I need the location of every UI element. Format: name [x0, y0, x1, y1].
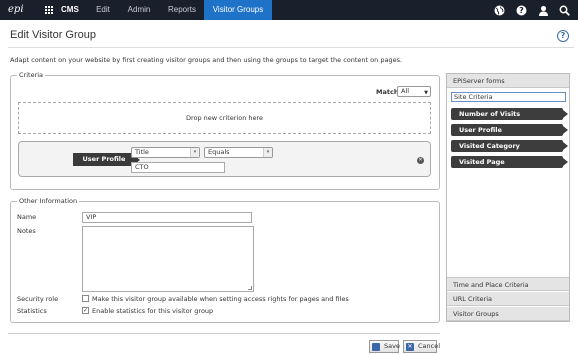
resize-grip-icon[interactable]: [248, 286, 252, 290]
criterion-user-profile: User Profile Title ▾ Equals ▾ CTO ✕: [18, 141, 431, 177]
criterion-drop-zone[interactable]: Drop new criterion here: [18, 102, 431, 134]
cancel-button[interactable]: ✕ Cancel: [403, 340, 441, 353]
panel-section-url-criteria[interactable]: URL Criteria: [447, 292, 569, 306]
statistics-text: Enable statistics for this visitor group: [92, 307, 214, 315]
top-navigation-bar: epi CMS Edit Admin Reports Visitor Group…: [0, 0, 578, 20]
statistics-label: Statistics: [17, 307, 47, 315]
other-information-legend: Other Information: [17, 197, 80, 205]
criterion-tag[interactable]: User Profile: [73, 153, 140, 166]
nav-edit[interactable]: Edit: [88, 0, 118, 20]
panel-search-input[interactable]: Site Criteria: [451, 92, 566, 102]
panel-header-episerver-forms[interactable]: EPiServer forms: [447, 74, 569, 88]
page-help-icon[interactable]: ?: [557, 30, 569, 42]
security-role-checkbox[interactable]: [82, 295, 89, 302]
dropdown-arrow-icon: ▾: [190, 148, 199, 157]
cancel-label: Cancel: [418, 342, 441, 350]
statistics-checkbox[interactable]: ✓: [82, 307, 89, 314]
dropdown-arrow-icon: ▾: [263, 148, 272, 157]
criteria-legend: Criteria: [17, 71, 46, 79]
criterion-field-value: Title: [135, 148, 149, 156]
criterion-item-visited-category[interactable]: Visited Category: [451, 140, 568, 152]
criterion-operator-value: Equals: [208, 148, 230, 156]
criterion-item-number-of-visits[interactable]: Number of Visits: [451, 108, 568, 120]
criterion-item-user-profile[interactable]: User Profile: [451, 124, 568, 136]
criteria-panel: EPiServer forms Site Criteria Number of …: [446, 73, 570, 322]
app-grid-icon[interactable]: [45, 6, 54, 15]
criterion-item-visited-page[interactable]: Visited Page: [451, 156, 568, 168]
dropdown-arrow-icon: ▼: [424, 90, 428, 96]
save-disk-icon: [372, 343, 380, 351]
footer-divider: [8, 333, 440, 334]
cancel-x-icon: ✕: [406, 343, 414, 351]
search-icon[interactable]: [559, 5, 570, 16]
security-role-text: Make this visitor group available when s…: [92, 295, 349, 303]
match-label: Match: [376, 88, 399, 96]
svg-text:?: ?: [519, 6, 524, 15]
remove-criterion-icon[interactable]: ✕: [417, 157, 424, 164]
nav-admin[interactable]: Admin: [122, 0, 156, 20]
product-name: CMS: [61, 5, 79, 14]
notes-label: Notes: [17, 227, 36, 235]
nav-reports[interactable]: Reports: [162, 0, 202, 20]
criterion-operator-select[interactable]: Equals ▾: [204, 147, 273, 158]
criterion-field-select[interactable]: Title ▾: [131, 147, 200, 158]
match-select[interactable]: All ▼: [397, 86, 431, 97]
save-button[interactable]: Save: [369, 340, 400, 353]
name-input[interactable]: VIP: [82, 212, 252, 223]
notes-textarea[interactable]: [82, 226, 254, 292]
globe-icon[interactable]: [494, 5, 505, 16]
user-icon[interactable]: [538, 5, 549, 16]
name-label: Name: [17, 213, 37, 221]
nav-visitor-groups[interactable]: Visitor Groups: [204, 0, 272, 20]
help-icon[interactable]: ?: [516, 5, 527, 16]
title-divider: [8, 47, 574, 48]
episerver-logo[interactable]: epi: [8, 4, 32, 16]
panel-section-visitor-groups[interactable]: Visitor Groups: [447, 307, 569, 321]
intro-text: Adapt content on your website by first c…: [10, 56, 403, 64]
panel-section-time-and-place[interactable]: Time and Place Criteria: [447, 277, 569, 291]
security-role-label: Security role: [17, 295, 59, 303]
match-value: All: [401, 87, 410, 95]
save-label: Save: [384, 342, 400, 350]
criterion-value-input[interactable]: CTO: [131, 162, 225, 173]
page-title: Edit Visitor Group: [10, 29, 97, 41]
